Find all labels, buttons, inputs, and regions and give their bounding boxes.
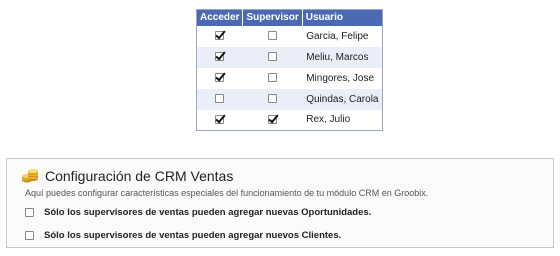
config-header: Configuración de CRM Ventas [21,167,233,185]
usuario-cell: Quindas, Carola [302,88,383,110]
config-description: Aquí puedes configurar características e… [25,188,429,198]
coins-icon [21,167,39,185]
option-oportunidades[interactable]: Sólo los supervisores de ventas pueden a… [25,207,371,218]
acceder-cell [196,88,243,110]
acceder-checkbox[interactable] [215,73,225,83]
table-row: Quindas, Carola [196,88,383,110]
acceder-checkbox[interactable] [215,52,225,62]
table-row: Meliu, Marcos [196,46,383,68]
option-clientes-label: Sólo los supervisores de ventas pueden a… [44,230,342,241]
table-row: Garcia, Felipe [197,26,383,47]
column-header-acceder[interactable]: Acceder [196,9,244,26]
option-clientes-checkbox[interactable] [25,231,34,240]
supervisor-cell [242,88,303,110]
usuario-cell: Mingores, Jose [306,72,375,84]
option-clientes[interactable]: Sólo los supervisores de ventas pueden a… [25,230,341,241]
acceder-checkbox[interactable] [215,31,225,41]
table-row: Mingores, Jose [197,68,383,89]
acceder-checkbox[interactable] [215,115,225,125]
supervisor-cell [243,110,302,131]
supervisor-checkbox[interactable] [268,94,278,104]
supervisor-cell [243,26,302,47]
column-header-usuario[interactable]: Usuario [302,9,383,26]
acceder-cell [196,46,243,68]
option-oportunidades-label: Sólo los supervisores de ventas pueden a… [44,207,372,218]
supervisor-cell [242,46,303,68]
table-row: Rex, Julio [197,110,383,131]
supervisor-cell [243,68,302,89]
table-header-row: Acceder Supervisor Usuario [196,9,383,26]
supervisor-checkbox[interactable] [268,73,278,83]
acceder-cell [197,68,243,89]
crm-config-panel: Configuración de CRM Ventas Aquí puedes … [6,158,554,248]
supervisor-checkbox[interactable] [268,31,278,41]
usuario-cell: Rex, Julio [306,114,351,126]
usuario-cell: Garcia, Felipe [306,30,369,42]
config-title: Configuración de CRM Ventas [45,168,234,184]
acceder-cell [197,110,243,131]
column-header-supervisor[interactable]: Supervisor [242,9,303,26]
acceder-checkbox[interactable] [215,94,225,104]
acceder-cell [197,26,243,47]
supervisor-checkbox[interactable] [268,52,278,62]
usuario-cell: Meliu, Marcos [302,46,383,68]
users-permissions-table: Acceder Supervisor Usuario Garcia, Felip… [196,9,384,131]
supervisor-checkbox[interactable] [268,115,278,125]
option-oportunidades-checkbox[interactable] [25,208,34,217]
